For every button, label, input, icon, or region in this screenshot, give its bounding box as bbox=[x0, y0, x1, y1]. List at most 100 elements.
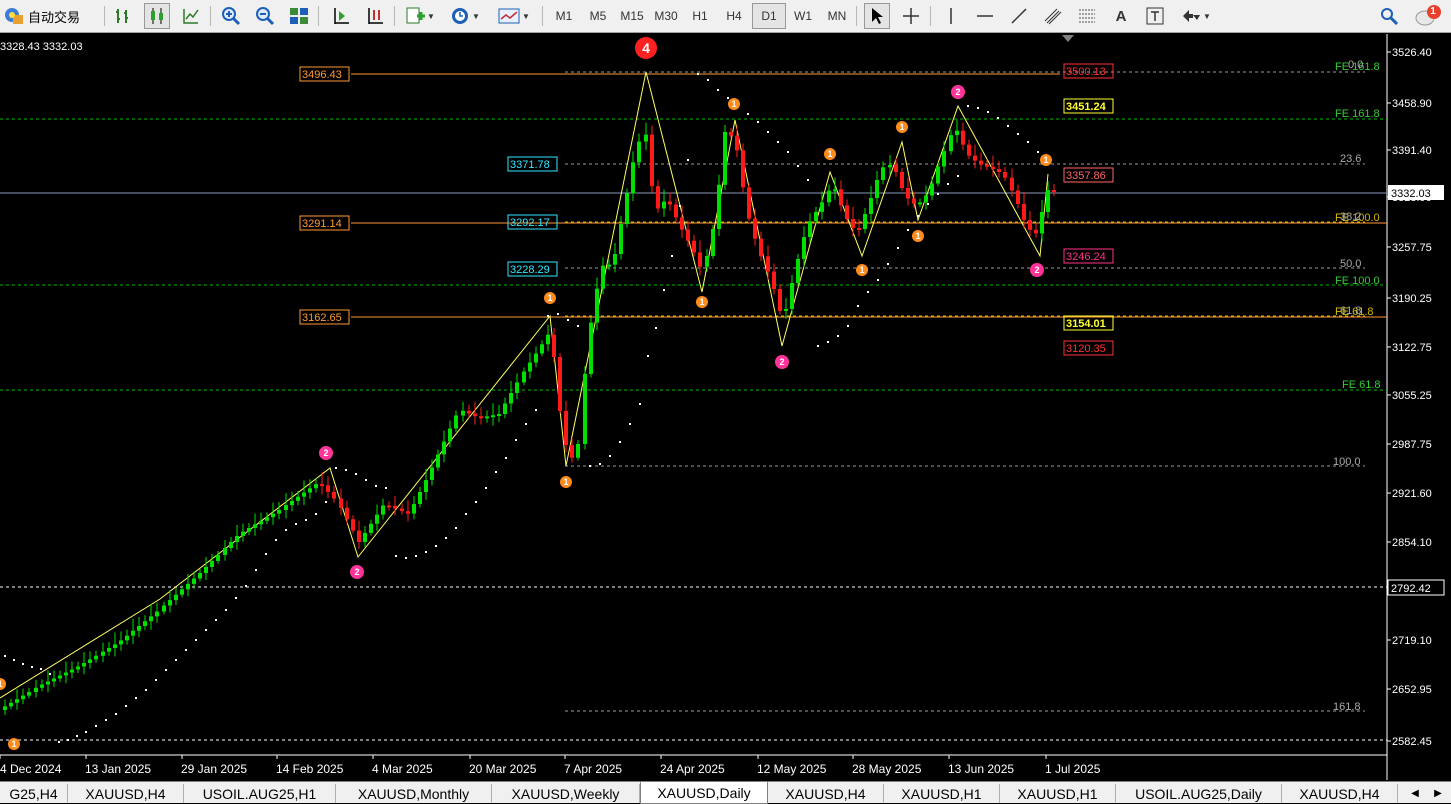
bar-chart-button[interactable] bbox=[110, 3, 136, 29]
text-tool-button[interactable]: A bbox=[1108, 3, 1134, 29]
candle-body bbox=[393, 506, 397, 509]
candle-body bbox=[729, 132, 733, 136]
chart-shift-button[interactable] bbox=[328, 3, 354, 29]
cursor-button[interactable] bbox=[864, 3, 890, 29]
price-tick-label: 2582.45 bbox=[1392, 736, 1432, 748]
level-label: 3371.78 bbox=[510, 159, 550, 171]
tab-xauusd-daily[interactable]: XAUUSD,Daily bbox=[640, 782, 768, 804]
candle-body bbox=[88, 659, 92, 663]
sar-dot bbox=[155, 679, 157, 681]
timeframe-h4[interactable]: H4 bbox=[717, 3, 751, 29]
timeframe-mn[interactable]: MN bbox=[820, 3, 854, 29]
candlestick-icon bbox=[151, 8, 163, 24]
date-tick-label: 4 Dec 2024 bbox=[0, 762, 62, 776]
line-chart-button[interactable] bbox=[178, 3, 204, 29]
candle-body bbox=[723, 132, 727, 185]
tab-xauusd-weekly[interactable]: XAUUSD,Weekly bbox=[492, 784, 640, 803]
text-label-icon bbox=[1146, 7, 1164, 25]
sar-dot bbox=[365, 479, 367, 481]
candle-body bbox=[625, 193, 629, 224]
sar-dot bbox=[947, 183, 949, 185]
candle-body bbox=[363, 532, 367, 542]
candle-body bbox=[131, 630, 135, 636]
tile-windows-button[interactable] bbox=[286, 3, 312, 29]
tab-scroll-right-icon[interactable]: ▶ bbox=[1430, 785, 1446, 801]
vertical-line-button[interactable] bbox=[938, 3, 964, 29]
level-label: 3291.14 bbox=[302, 218, 342, 230]
candle-body bbox=[174, 594, 178, 601]
candle-body bbox=[1034, 229, 1038, 234]
tab-xauusd-h4[interactable]: XAUUSD,H4 bbox=[68, 784, 184, 803]
sar-dot bbox=[195, 639, 197, 641]
candle-body bbox=[284, 505, 288, 510]
sar-dot bbox=[345, 469, 347, 471]
tab-usoil-aug25-daily[interactable]: USOIL.AUG25,Daily bbox=[1116, 784, 1282, 803]
toolbar-separator bbox=[930, 6, 931, 26]
candlestick-button[interactable] bbox=[144, 3, 170, 29]
timeframe-w1[interactable]: W1 bbox=[786, 3, 820, 29]
tab-g25-h4[interactable]: G25,H4 bbox=[0, 784, 68, 803]
candle-body bbox=[168, 600, 172, 606]
zoom-in-button[interactable] bbox=[218, 3, 244, 29]
sar-dot bbox=[245, 585, 247, 587]
tab-scroll-left-icon[interactable]: ◀ bbox=[1407, 785, 1423, 801]
sar-dot bbox=[957, 175, 959, 177]
fibonacci-icon bbox=[1079, 9, 1095, 23]
sar-dot bbox=[40, 668, 42, 670]
candle-body bbox=[216, 555, 220, 561]
zoom-out-button[interactable] bbox=[252, 3, 278, 29]
timeframe-h1[interactable]: H1 bbox=[683, 3, 717, 29]
sar-dot bbox=[577, 325, 579, 327]
text-label-button[interactable] bbox=[1142, 3, 1168, 29]
timeframe-d1[interactable]: D1 bbox=[752, 3, 786, 29]
clock-icon bbox=[452, 8, 469, 24]
candle-body bbox=[967, 144, 971, 156]
sar-dot bbox=[405, 557, 407, 559]
timeframe-m5[interactable]: M5 bbox=[581, 3, 615, 29]
periodicity-button[interactable]: ▼ bbox=[446, 3, 484, 29]
candle-body bbox=[863, 214, 867, 229]
candle-body bbox=[637, 141, 641, 163]
sar-dot bbox=[671, 255, 673, 257]
templates-button[interactable]: ▼ bbox=[494, 3, 534, 29]
tab-xauusd-h1[interactable]: XAUUSD,H1 bbox=[884, 784, 1000, 803]
channel-icon bbox=[1044, 8, 1062, 25]
price-chart[interactable]: 4 2 2 2 2 2 1 1 1 1 1 1 1 1 1 1 1 3496.43 3371.78 3291.14 3… bbox=[0, 34, 1451, 780]
timeframe-m30[interactable]: M30 bbox=[649, 3, 683, 29]
tab-xauusd-h4[interactable]: XAUUSD,H4 bbox=[1282, 784, 1398, 803]
timeframe-m15[interactable]: M15 bbox=[615, 3, 649, 29]
candle-body bbox=[119, 640, 123, 645]
timeframe-m1[interactable]: M1 bbox=[547, 3, 581, 29]
autoscroll-button[interactable] bbox=[362, 3, 388, 29]
tab-xauusd-h4[interactable]: XAUUSD,H4 bbox=[768, 784, 884, 803]
new-order-icon bbox=[406, 7, 426, 24]
sar-dot bbox=[165, 669, 167, 671]
fibonacci-button[interactable] bbox=[1074, 3, 1100, 29]
autotrade-button[interactable]: 自动交易 bbox=[4, 3, 96, 29]
horizontal-line-button[interactable] bbox=[972, 3, 998, 29]
tab-xauusd-h1[interactable]: XAUUSD,H1 bbox=[1000, 784, 1116, 803]
candle-body bbox=[308, 488, 312, 493]
candle-body bbox=[845, 205, 849, 219]
tab-usoil-aug25-h1[interactable]: USOIL.AUG25,H1 bbox=[184, 784, 336, 803]
trendline-button[interactable] bbox=[1006, 3, 1032, 29]
candle-body bbox=[34, 687, 38, 692]
candle-body bbox=[46, 681, 50, 685]
sar-dot bbox=[135, 697, 137, 699]
candle-body bbox=[351, 519, 355, 531]
tab-xauusd-monthly[interactable]: XAUUSD,Monthly bbox=[336, 784, 492, 803]
wave-number: 1 bbox=[859, 265, 864, 275]
sar-dot bbox=[415, 555, 417, 557]
price-tick-label: 2719.10 bbox=[1392, 635, 1432, 647]
notifications-button[interactable]: 1 bbox=[1410, 3, 1446, 29]
candle-body bbox=[894, 165, 898, 172]
search-button[interactable] bbox=[1376, 3, 1402, 29]
chart-canvas[interactable]: 4 2 2 2 2 2 1 1 1 1 1 1 1 1 1 1 1 3496.43 3371.78 3291.14 3… bbox=[0, 34, 1451, 780]
new-order-button[interactable]: ▼ bbox=[402, 3, 438, 29]
candle-body bbox=[253, 524, 257, 528]
candle-body bbox=[320, 484, 324, 487]
arrows-button[interactable]: ▼ bbox=[1176, 3, 1216, 29]
candle-body bbox=[790, 283, 794, 309]
equidistant-channel-button[interactable] bbox=[1040, 3, 1066, 29]
crosshair-button[interactable] bbox=[898, 3, 924, 29]
